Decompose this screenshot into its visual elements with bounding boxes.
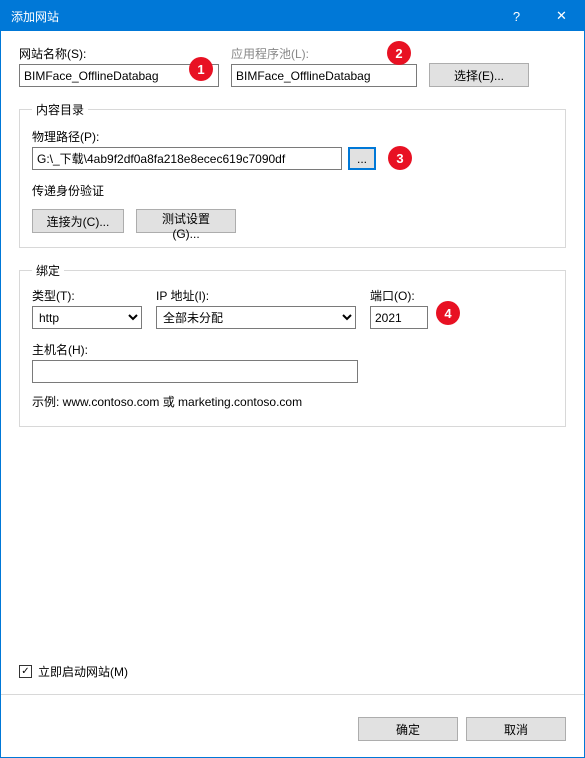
port-input[interactable]	[370, 306, 428, 329]
hostname-example: 示例: www.contoso.com 或 marketing.contoso.…	[32, 393, 553, 410]
binding-group: 绑定 类型(T): http IP 地址(I): 全部未分配 端口(O):	[19, 262, 566, 427]
ok-button[interactable]: 确定	[358, 717, 458, 741]
connect-as-button[interactable]: 连接为(C)...	[32, 209, 124, 233]
start-immediately-checkbox[interactable]: ✓	[19, 665, 32, 678]
physical-path-label: 物理路径(P):	[32, 128, 553, 145]
test-settings-button[interactable]: 测试设置(G)...	[136, 209, 236, 233]
physical-path-input[interactable]	[32, 147, 342, 170]
type-select[interactable]: http	[32, 306, 142, 329]
footer-separator	[1, 694, 584, 695]
ip-address-label: IP 地址(I):	[156, 287, 356, 304]
dialog-footer: 确定 取消	[1, 705, 584, 757]
annotation-1: 1	[189, 57, 213, 81]
hostname-input[interactable]	[32, 360, 358, 383]
annotation-4: 4	[436, 301, 460, 325]
titlebar-controls: ? ✕	[494, 1, 584, 31]
app-pool-input[interactable]	[231, 64, 417, 87]
content-directory-group: 内容目录 物理路径(P): ... 3 传递身份验证 连接为(C)... 测试设…	[19, 101, 566, 248]
dialog-content: 网站名称(S): 1 应用程序池(L): 2 选择(E)... 内容目录 物理路…	[1, 31, 584, 705]
select-app-pool-button[interactable]: 选择(E)...	[429, 63, 529, 87]
titlebar: 添加网站 ? ✕	[1, 1, 584, 31]
cancel-button[interactable]: 取消	[466, 717, 566, 741]
start-immediately-label: 立即启动网站(M)	[38, 663, 128, 680]
ip-address-select[interactable]: 全部未分配	[156, 306, 356, 329]
type-label: 类型(T):	[32, 287, 142, 304]
site-row: 网站名称(S): 1 应用程序池(L): 2 选择(E)...	[19, 45, 566, 87]
content-directory-legend: 内容目录	[32, 101, 88, 118]
close-button[interactable]: ✕	[539, 1, 584, 31]
annotation-3: 3	[388, 146, 412, 170]
binding-legend: 绑定	[32, 262, 64, 279]
window-title: 添加网站	[11, 8, 494, 25]
help-button[interactable]: ?	[494, 1, 539, 31]
add-website-dialog: 添加网站 ? ✕ 网站名称(S): 1 应用程序池(L): 2 选择(E)...…	[0, 0, 585, 758]
site-name-label: 网站名称(S):	[19, 45, 219, 62]
passthrough-auth-label: 传递身份验证	[32, 182, 553, 199]
browse-button[interactable]: ...	[348, 147, 376, 170]
hostname-label: 主机名(H):	[32, 341, 553, 358]
port-label: 端口(O):	[370, 287, 428, 304]
start-immediately-row[interactable]: ✓ 立即启动网站(M)	[19, 663, 566, 680]
annotation-2: 2	[387, 41, 411, 65]
